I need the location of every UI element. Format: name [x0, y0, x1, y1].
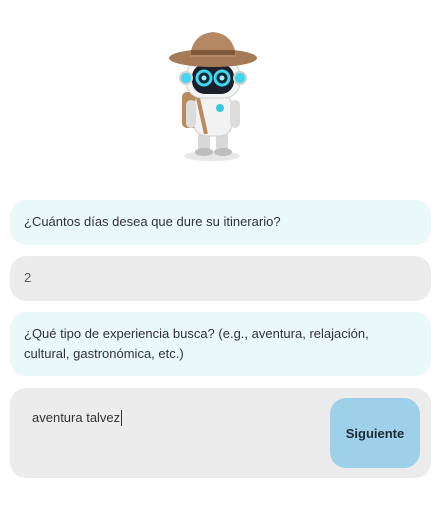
- bot-message: ¿Cuántos días desea que dure su itinerar…: [10, 200, 431, 245]
- message-composer[interactable]: aventura talvez Siguiente: [10, 388, 431, 478]
- next-button[interactable]: Siguiente: [330, 398, 420, 468]
- robot-explorer-icon: [160, 24, 260, 164]
- bot-message: ¿Qué tipo de experiencia busca? (e.g., a…: [10, 312, 431, 376]
- chat-page: ¿Cuántos días desea que dure su itinerar…: [0, 0, 440, 508]
- message-input[interactable]: aventura talvez: [32, 410, 123, 426]
- user-message: 2: [10, 256, 431, 301]
